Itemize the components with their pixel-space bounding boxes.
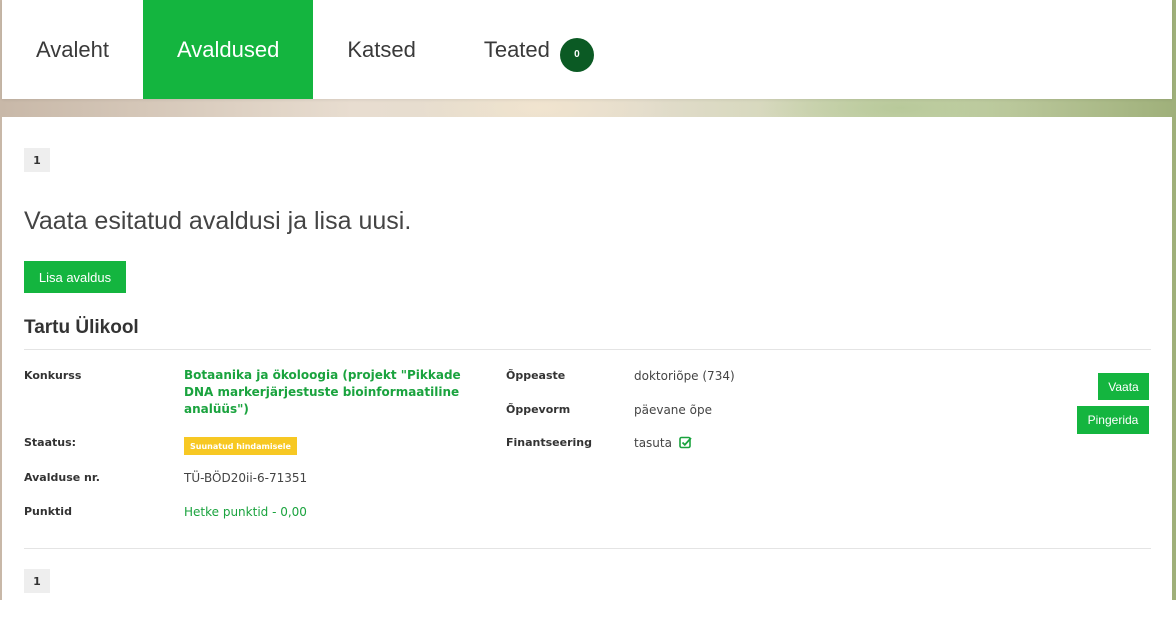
pagination-page-top[interactable]: 1	[24, 148, 50, 172]
page-title: Vaata esitatud avaldusi ja lisa uusi.	[24, 207, 412, 235]
contest-link[interactable]: Botaanika ja ökoloogia (projekt "Pikkade…	[184, 367, 474, 418]
funding-field: tasuta	[634, 436, 692, 452]
university-name: Tartu Ülikool	[24, 317, 139, 338]
nav-tab-label: Avaldused	[176, 36, 280, 62]
main-content: 1 Vaata esitatud avaldusi ja lisa uusi. …	[2, 117, 1172, 600]
study-level-value: doktoriõpe (734)	[634, 369, 735, 383]
check-square-icon	[679, 436, 692, 452]
nav-tab-label: Avaleht	[36, 36, 109, 62]
pagination-page-bottom[interactable]: 1	[24, 569, 50, 593]
view-application-button[interactable]: Vaata	[1098, 373, 1149, 400]
study-level-label: Õppeaste	[506, 369, 566, 382]
nav-tab-label: Teated	[483, 36, 550, 62]
points-label: Punktid	[24, 505, 72, 518]
funding-value: tasuta	[634, 436, 672, 450]
application-number-label: Avalduse nr.	[24, 471, 100, 484]
status-label: Staatus:	[24, 436, 77, 449]
add-application-button[interactable]: Lisa avaldus	[24, 261, 126, 293]
nav-tab-teated[interactable]: Teated 0	[450, 0, 628, 99]
ranking-button[interactable]: Pingerida	[1077, 406, 1149, 434]
application-number-value: TÜ-BÖD20ii-6-71351	[184, 471, 308, 485]
notification-count-badge: 0	[559, 37, 594, 72]
nav-tab-katsed[interactable]: Katsed	[313, 0, 450, 99]
status-badge: Suunatud hindamisele	[184, 437, 297, 455]
contest-label: Konkurss	[24, 369, 82, 382]
nav-tab-avaleht[interactable]: Avaleht	[2, 0, 143, 99]
main-navigation: Avaleht Avaldused Katsed Teated 0	[2, 0, 1172, 99]
study-form-value: päevane õpe	[634, 403, 712, 417]
divider	[24, 349, 1151, 350]
funding-label: Finantseering	[506, 436, 592, 449]
points-value: Hetke punktid - 0,00	[184, 505, 307, 519]
nav-tab-avaldused[interactable]: Avaldused	[142, 0, 314, 99]
divider	[24, 548, 1151, 549]
study-form-label: Õppevorm	[506, 403, 571, 416]
nav-tab-label: Katsed	[347, 36, 416, 62]
